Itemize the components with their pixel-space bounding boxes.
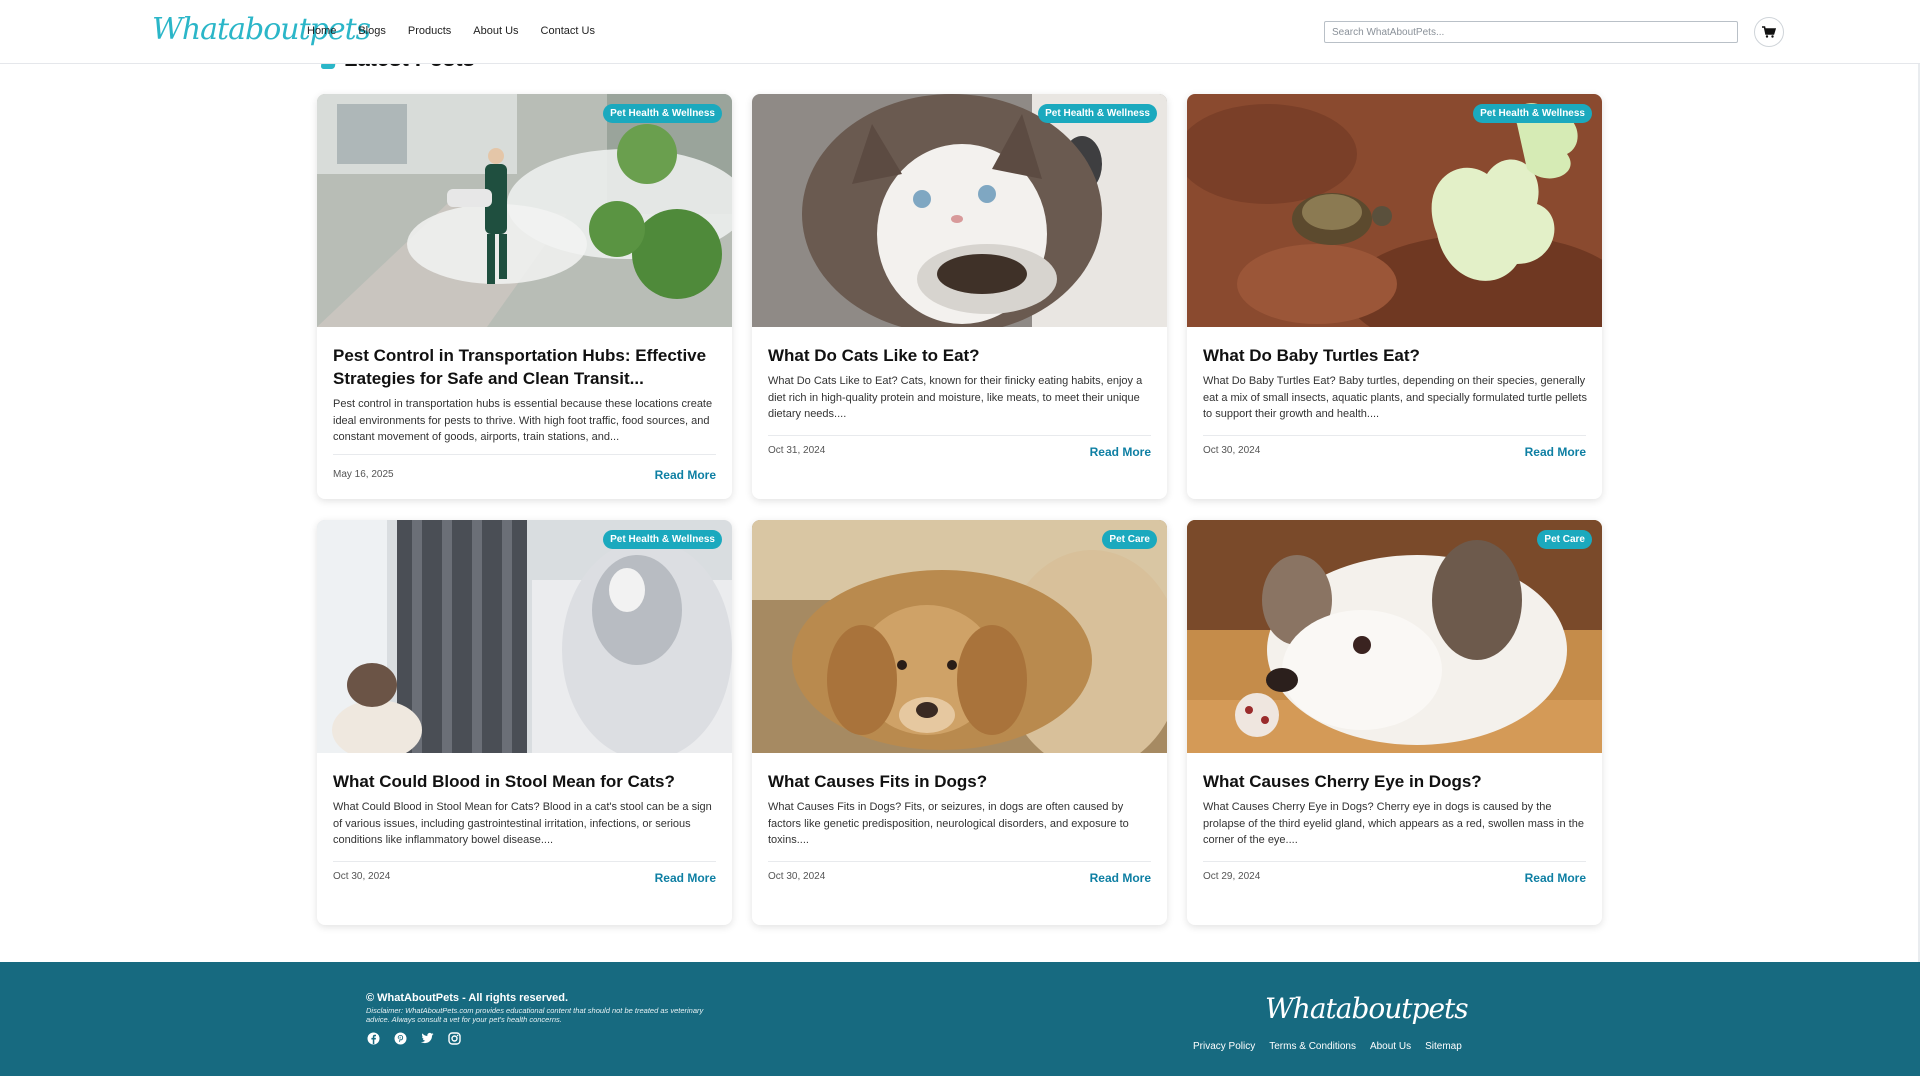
post-excerpt: What Could Blood in Stool Mean for Cats?… bbox=[333, 801, 712, 846]
read-more-link[interactable]: Read More bbox=[655, 468, 716, 482]
facebook-icon[interactable] bbox=[366, 1031, 380, 1045]
read-more-link[interactable]: Read More bbox=[1525, 445, 1586, 459]
nav-about-us[interactable]: About Us bbox=[473, 25, 518, 37]
post-card[interactable]: Pet Health & Wellness What Do Baby Turtl… bbox=[1187, 94, 1602, 499]
category-badge[interactable]: Pet Health & Wellness bbox=[1473, 104, 1592, 123]
post-card[interactable]: Pet Health & Wellness What Do Cats Like … bbox=[752, 94, 1167, 499]
post-card[interactable]: Pet Care What Causes Fits in Dogs? What … bbox=[752, 520, 1167, 925]
category-badge[interactable]: Pet Care bbox=[1537, 530, 1592, 549]
category-badge[interactable]: Pet Health & Wellness bbox=[603, 104, 722, 123]
site-footer: © WhatAboutPets - All rights reserved. D… bbox=[0, 962, 1920, 1076]
post-date: Oct 29, 2024 bbox=[1203, 871, 1261, 882]
read-more-link[interactable]: Read More bbox=[1525, 871, 1586, 885]
footer-logo[interactable]: Whataboutpets bbox=[1265, 992, 1469, 1025]
read-more-link[interactable]: Read More bbox=[1090, 445, 1151, 459]
category-badge[interactable]: Pet Health & Wellness bbox=[1038, 104, 1157, 123]
post-excerpt: What Do Baby Turtles Eat? Baby turtles, … bbox=[1203, 375, 1587, 420]
page: Latest Posts Whataboutpets Home Blogs Pr… bbox=[0, 0, 1920, 1076]
footer-link-sitemap[interactable]: Sitemap bbox=[1425, 1041, 1462, 1052]
category-badge[interactable]: Pet Health & Wellness bbox=[603, 530, 722, 549]
post-title[interactable]: What Do Baby Turtles Eat? bbox=[1203, 344, 1588, 367]
card-divider bbox=[768, 861, 1151, 862]
card-divider bbox=[1203, 435, 1586, 436]
post-image-cat-litter-box[interactable]: Pet Health & Wellness bbox=[317, 520, 732, 753]
post-image-pest-control[interactable]: Pet Health & Wellness bbox=[317, 94, 732, 327]
post-card[interactable]: Pet Care What Causes Cherry Eye in Dogs?… bbox=[1187, 520, 1602, 925]
post-excerpt: What Causes Cherry Eye in Dogs? Cherry e… bbox=[1203, 801, 1584, 846]
main-nav: Home Blogs Products About Us Contact Us bbox=[307, 25, 595, 37]
card-divider bbox=[1203, 861, 1586, 862]
disclaimer-text: Disclaimer: WhatAboutPets.com provides e… bbox=[366, 1006, 704, 1024]
post-excerpt: What Do Cats Like to Eat? Cats, known fo… bbox=[768, 375, 1143, 420]
footer-link-terms[interactable]: Terms & Conditions bbox=[1269, 1041, 1356, 1052]
post-card[interactable]: Pet Health & Wellness What Could Blood i… bbox=[317, 520, 732, 925]
footer-links: Privacy Policy Terms & Conditions About … bbox=[1193, 1041, 1462, 1052]
footer-link-privacy-policy[interactable]: Privacy Policy bbox=[1193, 1041, 1255, 1052]
nav-home[interactable]: Home bbox=[307, 25, 336, 37]
social-links bbox=[366, 1031, 461, 1045]
search-input[interactable] bbox=[1324, 21, 1738, 43]
nav-contact-us[interactable]: Contact Us bbox=[541, 25, 595, 37]
post-date: Oct 30, 2024 bbox=[333, 871, 391, 882]
post-card[interactable]: Pet Health & Wellness Pest Control in Tr… bbox=[317, 94, 732, 499]
post-title[interactable]: Pest Control in Transportation Hubs: Eff… bbox=[333, 344, 718, 390]
post-date: May 16, 2025 bbox=[333, 469, 394, 480]
post-date: Oct 31, 2024 bbox=[768, 445, 826, 456]
post-date: Oct 30, 2024 bbox=[1203, 445, 1261, 456]
instagram-icon[interactable] bbox=[447, 1031, 461, 1045]
post-title[interactable]: What Causes Fits in Dogs? bbox=[768, 770, 1153, 793]
post-image-puppy[interactable]: Pet Care bbox=[1187, 520, 1602, 753]
cart-button[interactable] bbox=[1754, 17, 1784, 47]
card-divider bbox=[768, 435, 1151, 436]
pinterest-icon[interactable] bbox=[393, 1031, 407, 1045]
nav-blogs[interactable]: Blogs bbox=[358, 25, 386, 37]
post-image-cat-eating[interactable]: Pet Health & Wellness bbox=[752, 94, 1167, 327]
card-divider bbox=[333, 861, 716, 862]
site-header: Whataboutpets Home Blogs Products About … bbox=[0, 0, 1920, 64]
footer-link-about-us[interactable]: About Us bbox=[1370, 1041, 1411, 1052]
post-excerpt: Pest control in transportation hubs is e… bbox=[333, 398, 713, 443]
read-more-link[interactable]: Read More bbox=[655, 871, 716, 885]
post-title[interactable]: What Causes Cherry Eye in Dogs? bbox=[1203, 770, 1588, 793]
nav-products[interactable]: Products bbox=[408, 25, 451, 37]
twitter-icon[interactable] bbox=[420, 1031, 434, 1045]
category-badge[interactable]: Pet Care bbox=[1102, 530, 1157, 549]
post-image-dog-resting[interactable]: Pet Care bbox=[752, 520, 1167, 753]
post-image-baby-turtle[interactable]: Pet Health & Wellness bbox=[1187, 94, 1602, 327]
read-more-link[interactable]: Read More bbox=[1090, 871, 1151, 885]
cart-icon bbox=[1762, 26, 1776, 38]
post-title[interactable]: What Do Cats Like to Eat? bbox=[768, 344, 1153, 367]
card-divider bbox=[333, 454, 716, 455]
copyright-text: © WhatAboutPets - All rights reserved. bbox=[366, 992, 569, 1004]
post-excerpt: What Causes Fits in Dogs? Fits, or seizu… bbox=[768, 801, 1129, 846]
post-title[interactable]: What Could Blood in Stool Mean for Cats? bbox=[333, 770, 718, 793]
post-date: Oct 30, 2024 bbox=[768, 871, 826, 882]
